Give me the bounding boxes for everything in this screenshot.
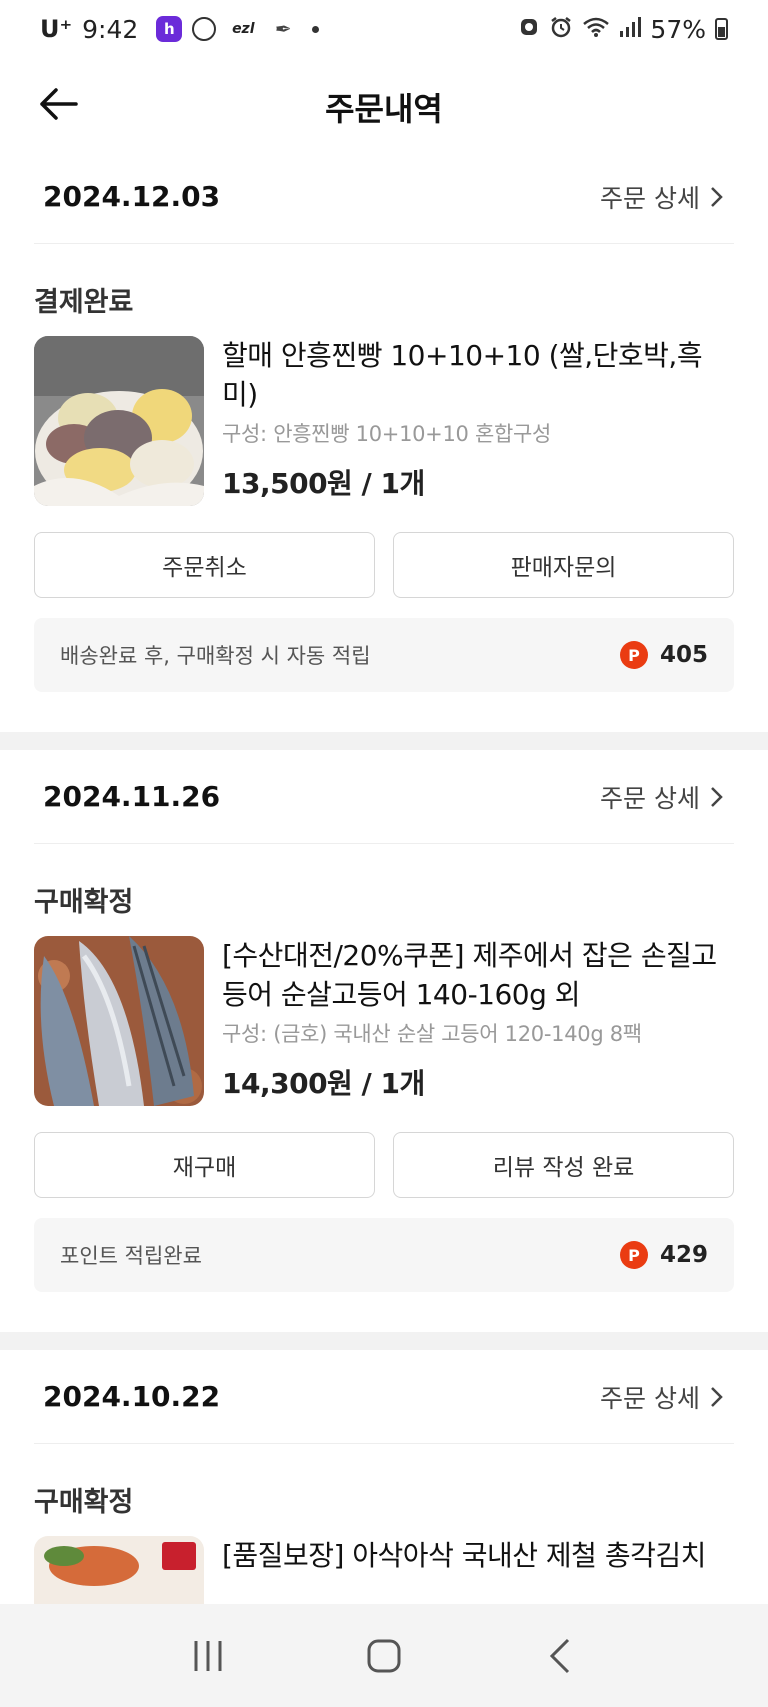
status-bar: U⁺ 9:42 h ezl ✒ 57% bbox=[0, 0, 768, 58]
clock: 9:42 bbox=[82, 14, 139, 44]
home-icon bbox=[367, 1639, 401, 1672]
section-divider bbox=[0, 1332, 768, 1350]
signal-icon bbox=[619, 16, 642, 43]
recent-apps-icon bbox=[194, 1640, 222, 1671]
battery-icon bbox=[715, 18, 728, 40]
ezl-icon: ezl bbox=[232, 21, 255, 37]
recent-apps-button[interactable] bbox=[178, 1626, 238, 1686]
more-notifications-dot-icon bbox=[312, 25, 320, 33]
order-status: 구매확정 bbox=[34, 1487, 134, 1518]
reorder-button[interactable]: 재구매 bbox=[34, 1132, 375, 1198]
order-date: 2024.12.03 bbox=[43, 180, 221, 213]
product-option: 구성: 안흥찐빵 10+10+10 혼합구성 bbox=[222, 422, 552, 446]
product-name: [수산대전/20%쿠폰] 제주에서 잡은 손질고등어 순살고등어 140-160… bbox=[222, 939, 717, 1011]
points-text: 포인트 적립완료 bbox=[60, 1244, 202, 1268]
notification-app-icon: h bbox=[156, 16, 183, 42]
order-status: 구매확정 bbox=[34, 887, 134, 918]
review-done-button[interactable]: 리뷰 작성 완료 bbox=[393, 1132, 734, 1198]
section-divider bbox=[0, 732, 768, 750]
home-button[interactable] bbox=[354, 1626, 414, 1686]
order-detail-link[interactable]: 주문 상세 bbox=[600, 179, 734, 215]
order-header: 2024.11.26 주문 상세 bbox=[34, 750, 734, 844]
product-price: 13,500원 / 1개 bbox=[222, 467, 425, 500]
product-name: 할매 안흥찐빵 10+10+10 (쌀,단호박,흑미) bbox=[222, 339, 703, 411]
battery-percent: 57% bbox=[650, 14, 706, 44]
points-text: 배송완료 후, 구매확정 시 자동 적립 bbox=[60, 644, 371, 668]
points-number: 405 bbox=[659, 642, 708, 668]
nav-back-button[interactable] bbox=[530, 1626, 590, 1686]
points-info: 포인트 적립완료 P 429 bbox=[34, 1218, 734, 1292]
order-actions: 주문취소 판매자문의 bbox=[34, 532, 734, 598]
status-bar-right: 57% bbox=[518, 15, 728, 44]
order-card: 2024.11.26 주문 상세 구매확정 [수산대전/20%쿠폰] 제주에서 … bbox=[0, 750, 768, 1350]
system-nav-bar bbox=[0, 1604, 768, 1707]
points-info: 배송완료 후, 구매확정 시 자동 적립 P 405 bbox=[34, 618, 734, 692]
seller-inquiry-button[interactable]: 판매자문의 bbox=[393, 532, 734, 598]
status-bar-left: U⁺ 9:42 h ezl ✒ bbox=[40, 12, 320, 46]
wifi-icon bbox=[582, 16, 610, 43]
product-image[interactable] bbox=[34, 336, 204, 506]
chevron-right-icon bbox=[711, 186, 723, 207]
order-detail-link[interactable]: 주문 상세 bbox=[600, 1379, 734, 1415]
product-row[interactable]: 할매 안흥찐빵 10+10+10 (쌀,단호박,흑미) 구성: 안흥찐빵 10+… bbox=[34, 336, 734, 506]
product-image[interactable] bbox=[34, 936, 204, 1106]
product-option: 구성: (금호) 국내산 순살 고등어 120-140g 8팩 bbox=[222, 1022, 642, 1046]
cancel-order-button[interactable]: 주문취소 bbox=[34, 532, 375, 598]
product-info: 할매 안흥찐빵 10+10+10 (쌀,단호박,흑미) 구성: 안흥찐빵 10+… bbox=[222, 336, 722, 506]
order-status: 결제완료 bbox=[34, 287, 134, 318]
app-header: 주문내역 bbox=[0, 58, 768, 150]
product-name: [품질보장] 아삭아삭 국내산 제철 총각김치 bbox=[222, 1539, 706, 1572]
page-title: 주문내역 bbox=[325, 90, 443, 128]
order-card: 2024.12.03 주문 상세 결제완료 할매 안흥찐빵 10+10+10 (… bbox=[0, 150, 768, 750]
order-actions: 재구매 리뷰 작성 완료 bbox=[34, 1132, 734, 1198]
recycle-icon bbox=[518, 16, 540, 43]
product-info: [수산대전/20%쿠폰] 제주에서 잡은 손질고등어 순살고등어 140-160… bbox=[222, 936, 722, 1106]
order-header: 2024.12.03 주문 상세 bbox=[34, 150, 734, 244]
points-value: P 429 bbox=[619, 1241, 708, 1269]
order-detail-label: 주문 상세 bbox=[600, 183, 700, 213]
chevron-right-icon bbox=[711, 786, 723, 807]
alarm-icon bbox=[549, 16, 573, 43]
carrier-label: U⁺ bbox=[40, 15, 73, 43]
nav-back-icon bbox=[549, 1638, 570, 1673]
feather-icon: ✒ bbox=[274, 17, 292, 41]
pill-icon bbox=[187, 12, 222, 46]
product-row[interactable]: [수산대전/20%쿠폰] 제주에서 잡은 손질고등어 순살고등어 140-160… bbox=[34, 936, 734, 1106]
product-price: 14,300원 / 1개 bbox=[222, 1067, 425, 1100]
points-icon: P bbox=[619, 641, 648, 669]
order-list: 2024.12.03 주문 상세 결제완료 할매 안흥찐빵 10+10+10 (… bbox=[0, 150, 768, 1706]
order-detail-link[interactable]: 주문 상세 bbox=[600, 779, 734, 815]
points-number: 429 bbox=[659, 1242, 708, 1268]
order-date: 2024.10.22 bbox=[43, 1380, 221, 1413]
order-header: 2024.10.22 주문 상세 bbox=[34, 1350, 734, 1444]
points-value: P 405 bbox=[619, 641, 708, 669]
points-icon: P bbox=[619, 1241, 648, 1269]
chevron-right-icon bbox=[711, 1386, 723, 1407]
order-detail-label: 주문 상세 bbox=[600, 783, 700, 813]
order-date: 2024.11.26 bbox=[43, 780, 221, 813]
order-detail-label: 주문 상세 bbox=[600, 1383, 700, 1413]
